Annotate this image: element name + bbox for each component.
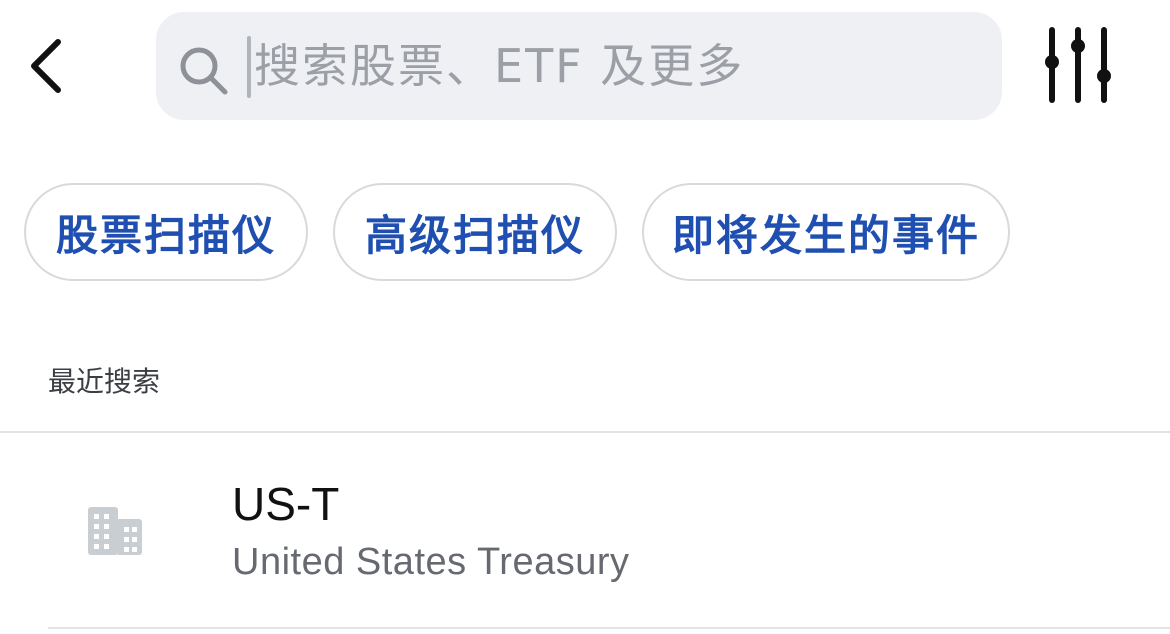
- chip-upcoming-events[interactable]: 即将发生的事件: [642, 183, 1010, 281]
- sliders-icon: [1045, 27, 1111, 103]
- result-symbol: US-T: [232, 478, 340, 530]
- chip-label: 即将发生的事件: [671, 210, 980, 260]
- search-icon: [180, 47, 228, 95]
- building-icon: [88, 507, 142, 555]
- search-input[interactable]: [254, 28, 974, 104]
- top-bar: [0, 0, 1170, 130]
- chip-label: 高级扫描仪: [364, 210, 585, 260]
- recent-searches-title: 最近搜索: [48, 365, 161, 398]
- chip-label: 股票扫描仪: [55, 210, 276, 260]
- filter-button[interactable]: [1040, 26, 1116, 106]
- text-caret: [247, 36, 251, 98]
- chevron-left-icon: [31, 39, 61, 93]
- chip-advanced-screener[interactable]: 高级扫描仪: [333, 183, 617, 281]
- chip-stock-screener[interactable]: 股票扫描仪: [24, 183, 308, 281]
- back-button[interactable]: [18, 30, 74, 102]
- result-name: United States Treasury: [232, 541, 630, 583]
- list-item[interactable]: US-T United States Treasury: [0, 433, 1170, 627]
- divider: [48, 627, 1170, 629]
